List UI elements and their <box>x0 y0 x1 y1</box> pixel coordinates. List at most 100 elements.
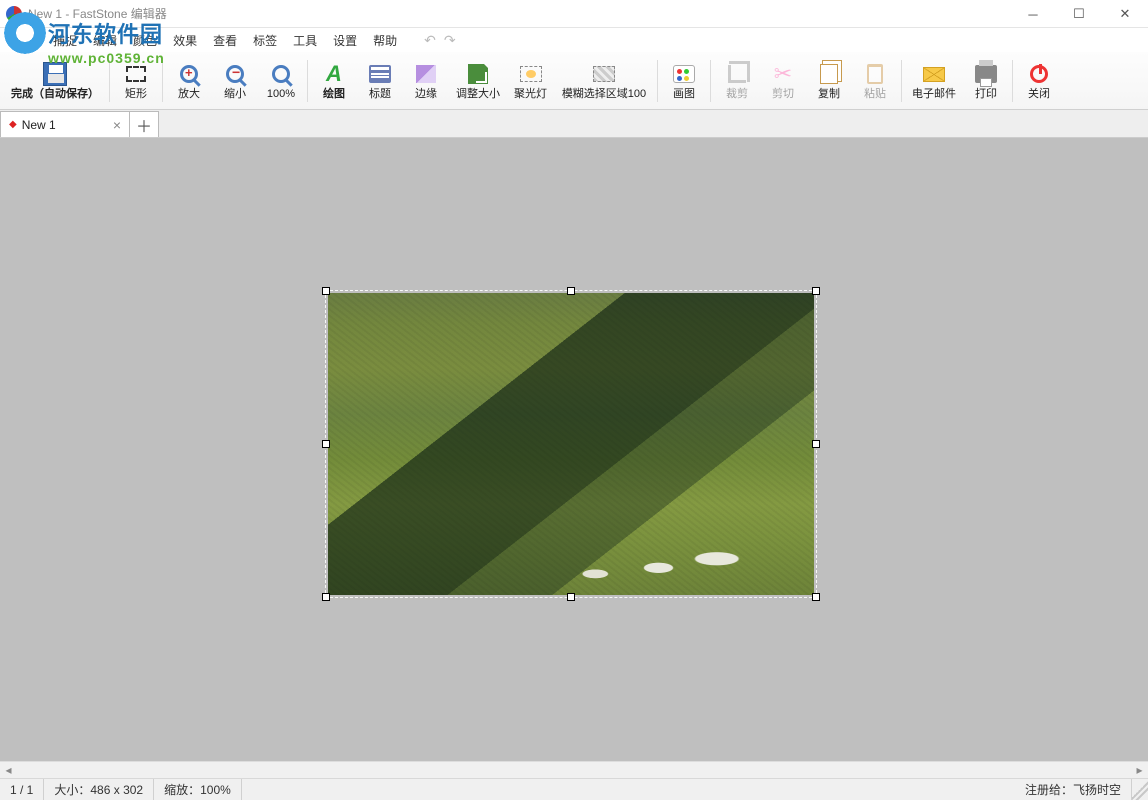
resize-button[interactable]: 调整大小 <box>449 54 507 108</box>
print-label: 打印 <box>975 89 997 100</box>
tab-add-button[interactable]: ＋ <box>129 111 159 137</box>
spotlight-button[interactable]: 聚光灯 <box>507 54 554 108</box>
crop-button[interactable]: 裁剪 <box>714 54 760 108</box>
menu-help[interactable]: 帮助 <box>366 30 404 51</box>
print-button[interactable]: 打印 <box>963 54 1009 108</box>
handle-top[interactable] <box>567 287 575 295</box>
handle-top-left[interactable] <box>322 287 330 295</box>
email-label: 电子邮件 <box>912 89 956 100</box>
redo-icon[interactable]: ↷ <box>444 32 456 49</box>
blur-region-button[interactable]: 模糊选择区域100 <box>554 54 654 108</box>
blur-label: 模糊选择区域100 <box>562 89 646 100</box>
power-icon <box>1030 65 1048 83</box>
handle-right[interactable] <box>812 440 820 448</box>
done-label: 完成（自动保存） <box>11 89 99 100</box>
zoom-out-icon <box>226 65 244 83</box>
window-title: New 1 - FastStone 编辑器 <box>28 5 167 22</box>
close-label: 关闭 <box>1028 89 1050 100</box>
statusbar: 1 / 1 大小： 486 x 302 缩放： 100% 注册给：飞扬时空 <box>0 778 1148 800</box>
caption-label: 标题 <box>369 89 391 100</box>
handle-top-right[interactable] <box>812 287 820 295</box>
canvas-area[interactable] <box>0 138 1148 761</box>
crop-label: 裁剪 <box>726 89 748 100</box>
separator <box>109 60 110 102</box>
save-icon <box>43 62 67 86</box>
menu-effect[interactable]: 效果 <box>166 30 204 51</box>
tab-close-icon[interactable]: × <box>113 117 121 133</box>
copy-label: 复制 <box>818 89 840 100</box>
paint-button[interactable]: 画图 <box>661 54 707 108</box>
status-zoom: 缩放： 100% <box>154 779 242 800</box>
cut-label: 剪切 <box>772 89 794 100</box>
menu-file[interactable]: 文件 <box>6 30 44 51</box>
image-selection[interactable] <box>326 291 816 597</box>
paint-icon <box>673 65 695 83</box>
tab-modified-marker: ◆ <box>9 119 17 130</box>
menu-tags[interactable]: 标签 <box>246 30 284 51</box>
zoom-100-button[interactable]: 100% <box>258 54 304 108</box>
tab-label: New 1 <box>22 118 56 132</box>
zoom-in-icon <box>180 65 198 83</box>
spotlight-icon <box>520 66 542 82</box>
handle-bottom-left[interactable] <box>322 593 330 601</box>
menu-view[interactable]: 查看 <box>206 30 244 51</box>
selection-border <box>326 291 816 597</box>
separator <box>1012 60 1013 102</box>
horizontal-scrollbar[interactable]: ◂ ▸ <box>0 761 1148 778</box>
separator <box>657 60 658 102</box>
rect-select-button[interactable]: 矩形 <box>113 54 159 108</box>
status-size-value: 486 x 302 <box>90 783 143 797</box>
minimize-button[interactable]: ─ <box>1010 0 1056 28</box>
resize-label: 调整大小 <box>456 89 500 100</box>
menu-color[interactable]: 颜色 <box>126 30 164 51</box>
window-close-button[interactable]: ✕ <box>1102 0 1148 28</box>
scroll-track[interactable] <box>17 762 1131 778</box>
handle-left[interactable] <box>322 440 330 448</box>
draw-icon: A <box>326 61 342 87</box>
status-zoom-label: 缩放： <box>164 781 200 798</box>
status-size: 大小： 486 x 302 <box>44 779 154 800</box>
edge-button[interactable]: 边缘 <box>403 54 449 108</box>
cut-button[interactable]: ✂ 剪切 <box>760 54 806 108</box>
status-zoom-value: 100% <box>200 783 231 797</box>
resize-grip-icon[interactable] <box>1131 779 1148 800</box>
app-icon <box>6 6 22 22</box>
zoom-in-label: 放大 <box>178 89 200 100</box>
menu-settings[interactable]: 设置 <box>326 30 364 51</box>
close-button[interactable]: 关闭 <box>1016 54 1062 108</box>
menu-capture[interactable]: 捕捉 <box>46 30 84 51</box>
tab-new-1[interactable]: ◆ New 1 × <box>0 111 130 137</box>
undo-icon[interactable]: ↶ <box>424 32 436 49</box>
resize-icon <box>468 64 488 84</box>
titlebar: New 1 - FastStone 编辑器 ─ ☐ ✕ <box>0 0 1148 28</box>
scroll-left-icon[interactable]: ◂ <box>0 762 17 778</box>
zoom-100-icon <box>272 65 290 83</box>
print-icon <box>975 65 997 83</box>
status-size-label: 大小： <box>54 781 90 798</box>
menu-tools[interactable]: 工具 <box>286 30 324 51</box>
zoom-out-button[interactable]: 缩小 <box>212 54 258 108</box>
caption-button[interactable]: 标题 <box>357 54 403 108</box>
separator <box>710 60 711 102</box>
done-autosave-button[interactable]: 完成（自动保存） <box>4 54 106 108</box>
handle-bottom-right[interactable] <box>812 593 820 601</box>
email-icon <box>923 67 945 82</box>
email-button[interactable]: 电子邮件 <box>905 54 963 108</box>
maximize-button[interactable]: ☐ <box>1056 0 1102 28</box>
edge-icon <box>416 65 436 83</box>
separator <box>901 60 902 102</box>
tabbar: ◆ New 1 × ＋ <box>0 110 1148 138</box>
zoom-in-button[interactable]: 放大 <box>166 54 212 108</box>
separator <box>307 60 308 102</box>
menu-edit[interactable]: 编辑 <box>86 30 124 51</box>
paste-icon <box>867 64 883 84</box>
draw-label: 绘图 <box>323 89 345 100</box>
draw-button[interactable]: A 绘图 <box>311 54 357 108</box>
handle-bottom[interactable] <box>567 593 575 601</box>
status-registered: 注册给：飞扬时空 <box>1015 781 1131 798</box>
scroll-right-icon[interactable]: ▸ <box>1131 762 1148 778</box>
menubar: 文件 捕捉 编辑 颜色 效果 查看 标签 工具 设置 帮助 ↶ ↷ <box>0 28 1148 52</box>
paste-button[interactable]: 粘贴 <box>852 54 898 108</box>
paint-label: 画图 <box>673 89 695 100</box>
copy-button[interactable]: 复制 <box>806 54 852 108</box>
